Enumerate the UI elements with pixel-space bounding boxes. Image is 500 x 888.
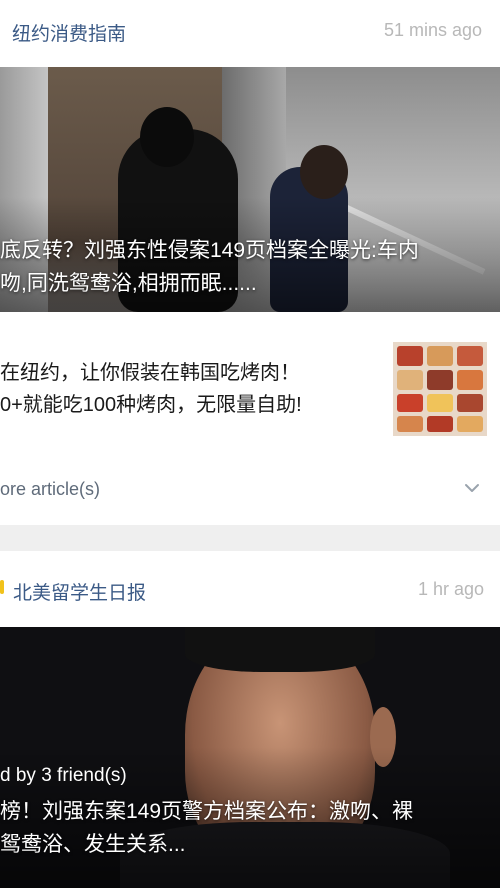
more-articles-link[interactable]: ore article(s) <box>0 479 100 500</box>
source-name-2[interactable]: 北美留学生日报 <box>13 578 146 605</box>
shared-by-friends: d by 3 friend(s) <box>0 765 127 786</box>
hero-caption-1: 底反转？刘强东性侵案149页档案全曝光:车内 吻,同洗鸳鸯浴,相拥而眠.....… <box>0 239 419 295</box>
article-thumbnail-2[interactable] <box>393 342 487 436</box>
source-avatar-2 <box>0 580 4 594</box>
hero-article-1[interactable]: 底反转？刘强东性侵案149页档案全曝光:车内 吻,同洗鸳鸯浴,相拥而眠.....… <box>0 67 500 312</box>
hero-caption-3: 榜！刘强东案149页警方档案公布：激吻、裸 鸳鸯浴、发生关系... <box>0 800 414 856</box>
timestamp-2: 1 hr ago <box>417 579 484 599</box>
timestamp-1: 51 mins ago <box>383 20 482 40</box>
article-title-2[interactable]: 在纽约，让你假装在韩国吃烤肉！ 0+就能吃100种烤肉，无限量自助! <box>0 357 380 421</box>
source-name-1[interactable]: 纽约消费指南 <box>12 19 126 46</box>
chevron-down-icon[interactable] <box>463 479 481 497</box>
